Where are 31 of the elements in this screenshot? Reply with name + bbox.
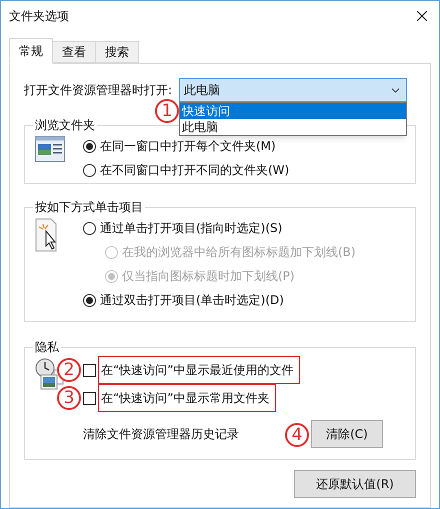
tab[interactable]: 搜索 <box>96 41 139 63</box>
radio-button[interactable] <box>83 222 96 234</box>
open-with-label: 打开文件资源管理器时打开: <box>24 82 174 99</box>
clear-button[interactable]: 清除(C) <box>311 420 383 448</box>
window-icon <box>35 136 65 162</box>
checkbox-label: 在“快速访问”中显示常用文件夹 <box>98 384 276 412</box>
group-title: 浏览文件夹 <box>34 117 96 134</box>
radio-button[interactable] <box>83 164 96 176</box>
radio-button[interactable] <box>83 294 96 306</box>
checkbox[interactable] <box>83 364 96 376</box>
annotation-number: 1 <box>155 99 179 123</box>
checkbox-label: 在“快速访问”中显示最近使用的文件 <box>98 356 300 384</box>
radio-option[interactable]: 在不同窗口中打开不同的文件夹(W) <box>83 158 290 182</box>
radio-option[interactable]: 在同一窗口中打开每个文件夹(M) <box>83 134 290 158</box>
group-title: 隐私 <box>34 339 60 356</box>
radio-option[interactable]: 通过双击打开项目(单击时选定)(D) <box>83 288 356 312</box>
dropdown-option[interactable]: 此电脑 <box>180 119 406 135</box>
dropdown-option[interactable]: 快速访问 <box>180 103 406 119</box>
tab[interactable]: 常规 <box>9 38 53 64</box>
radio-button[interactable] <box>83 140 96 152</box>
annotation-number: 2 <box>57 358 81 382</box>
checkbox[interactable] <box>83 392 96 404</box>
radio-option[interactable]: 通过单击打开项目(指向时选定)(S) <box>83 216 356 240</box>
annotation-number: 4 <box>285 423 309 447</box>
restore-defaults-button[interactable]: 还原默认值(R) <box>294 470 416 498</box>
window-title: 文件夹选项 <box>9 8 69 25</box>
annotation-number: 3 <box>57 386 81 410</box>
open-with-dropdown[interactable]: 此电脑 <box>179 78 407 102</box>
group-title: 按如下方式单击项目 <box>34 199 144 216</box>
tab[interactable]: 查看 <box>53 41 96 63</box>
clear-history-label: 清除文件资源管理器历史记录 <box>83 426 239 443</box>
